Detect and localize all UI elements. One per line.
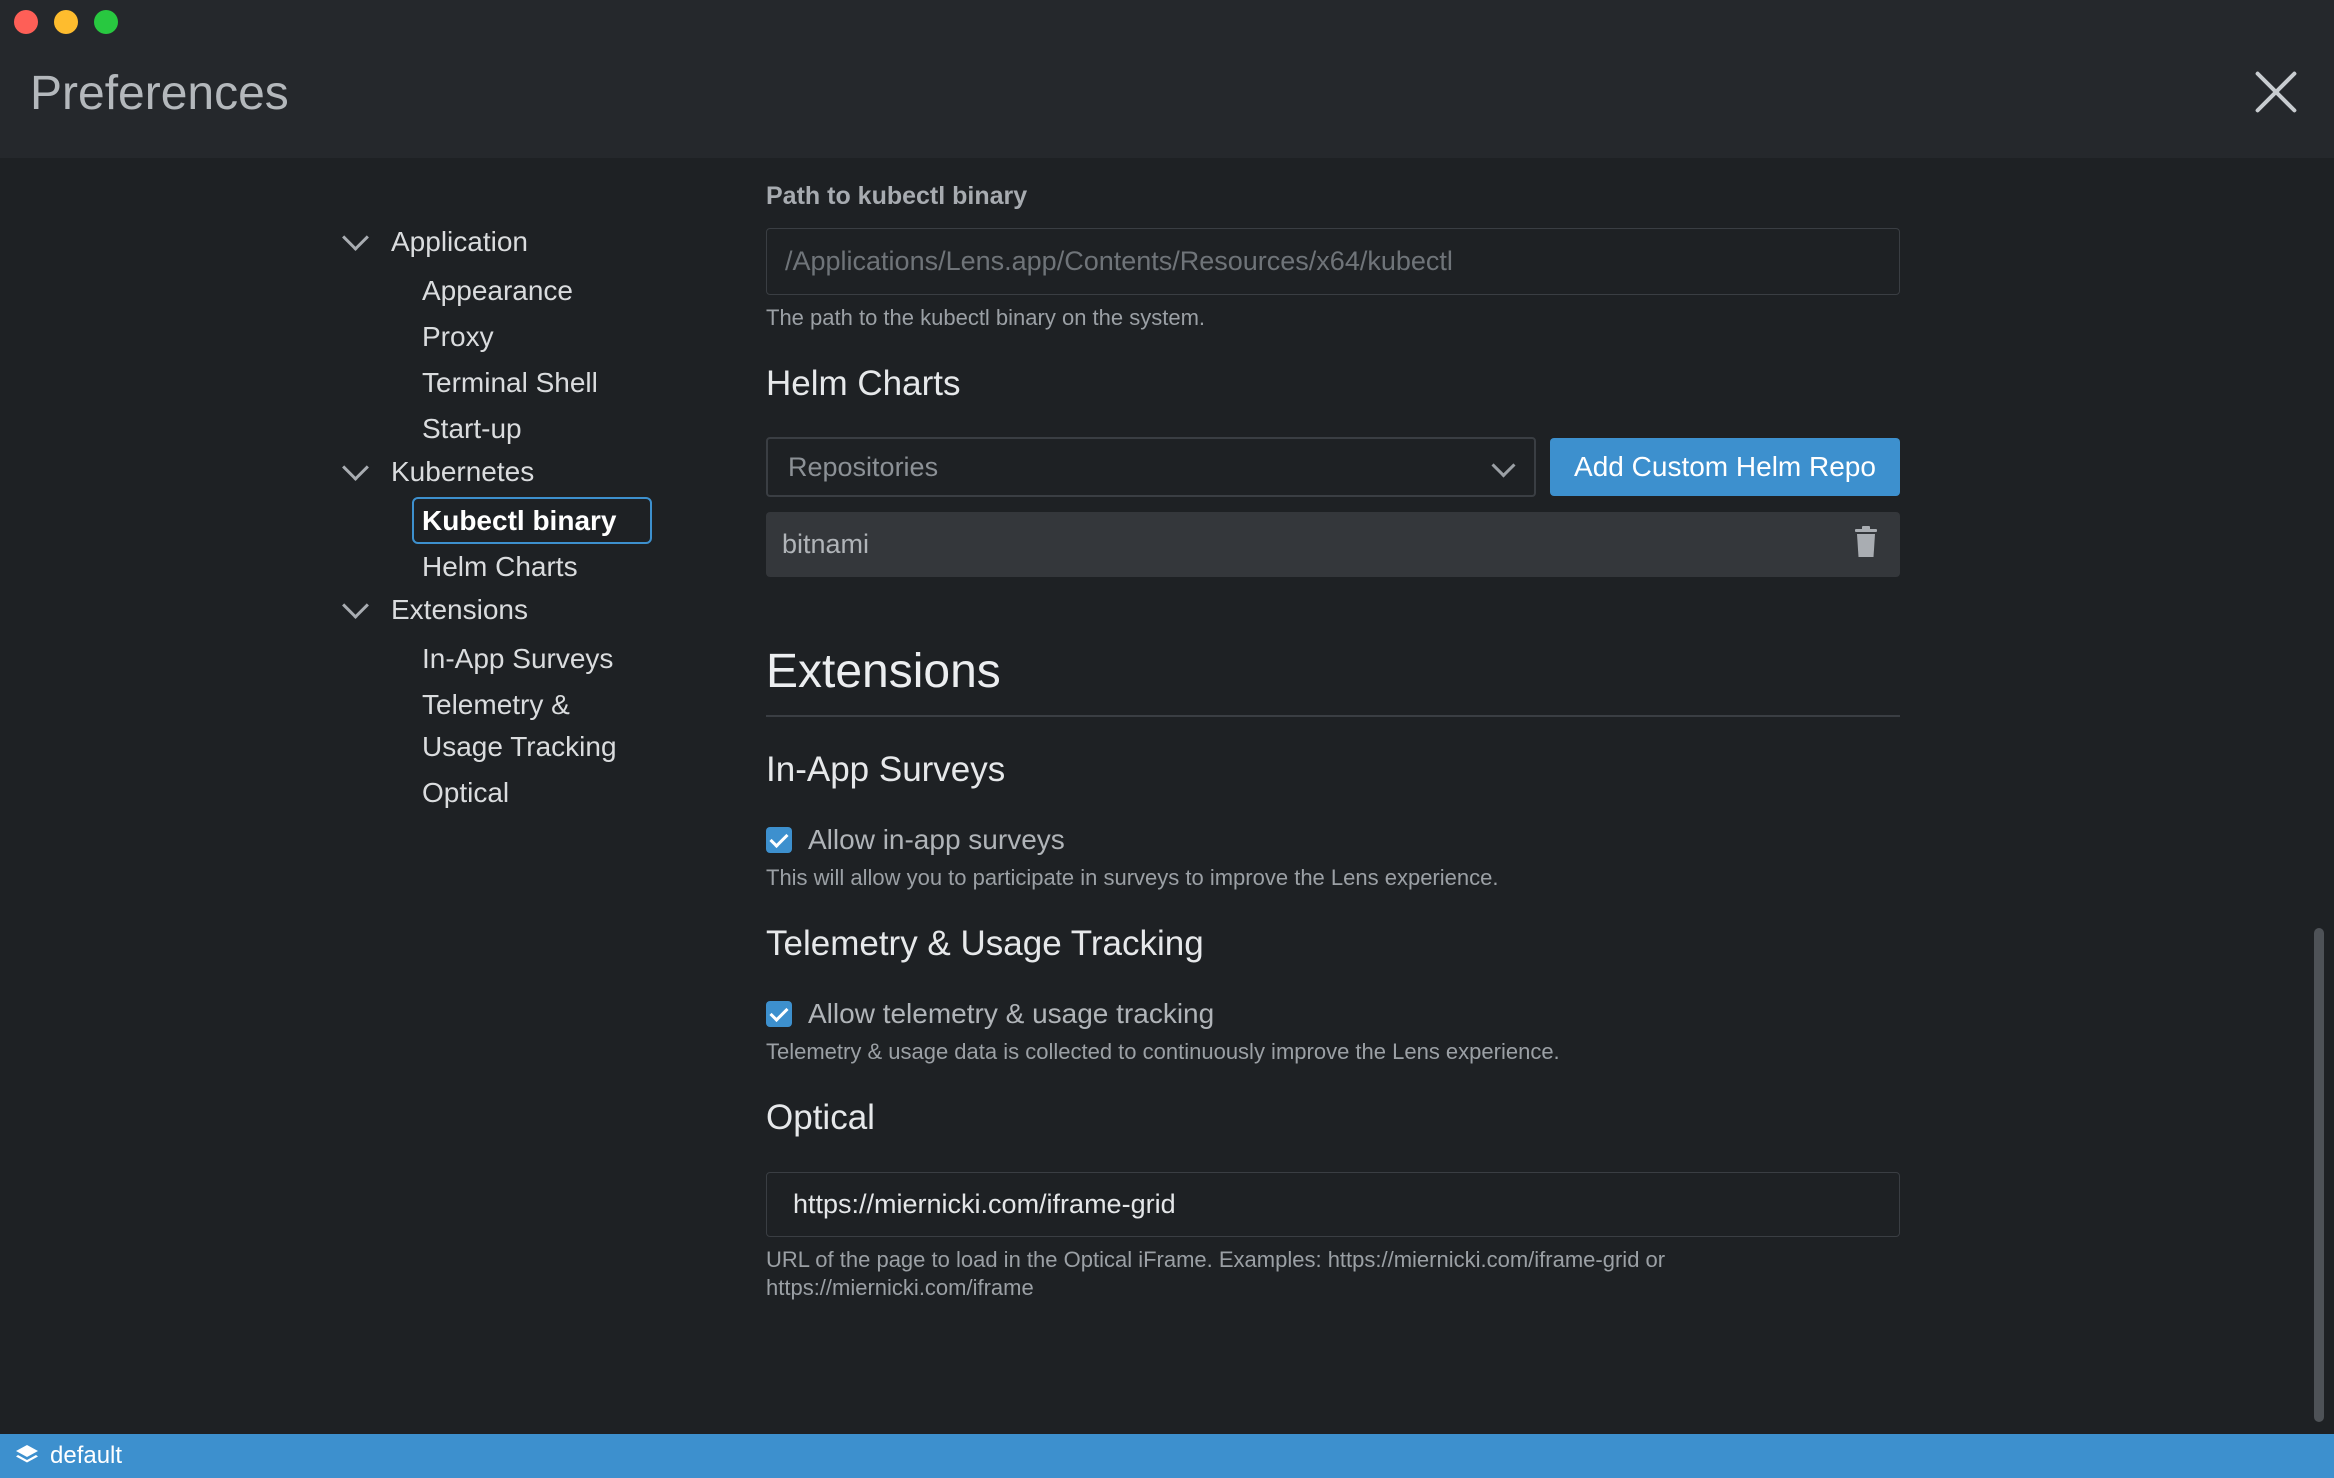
kubectl-path-label: Path to kubectl binary	[766, 182, 1028, 210]
sidebar-item-start-up[interactable]: Start-up	[412, 408, 532, 450]
in-app-surveys-title: In-App Surveys	[766, 750, 1006, 789]
helm-repositories-select[interactable]: Repositories	[766, 437, 1536, 497]
section-divider	[766, 715, 1900, 717]
optical-url-input[interactable]: https://miernicki.com/iframe-grid	[766, 1172, 1900, 1237]
helm-repo-item: bitnami	[766, 512, 1900, 577]
allow-telemetry-checkbox[interactable]	[766, 1001, 792, 1027]
allow-telemetry-row[interactable]: Allow telemetry & usage tracking	[766, 998, 1214, 1030]
chevron-down-icon	[342, 453, 369, 481]
title-bar: Preferences	[0, 0, 2334, 158]
sidebar-item-terminal-shell[interactable]: Terminal Shell	[412, 362, 608, 404]
page-title: Preferences	[30, 67, 289, 120]
extensions-section-title: Extensions	[766, 645, 1001, 698]
close-icon[interactable]	[2254, 70, 2298, 114]
nav-group-application[interactable]: Application	[340, 223, 528, 258]
optical-hint-line-2: https://miernicki.com/iframe	[766, 1275, 1034, 1300]
trash-icon[interactable]	[1854, 526, 1878, 558]
telemetry-hint: Telemetry & usage data is collected to c…	[766, 1039, 1560, 1064]
chevron-down-icon	[342, 591, 369, 619]
optical-title: Optical	[766, 1098, 875, 1137]
window-minimize-button[interactable]	[54, 10, 78, 34]
checkbox-label: Allow telemetry & usage tracking	[808, 998, 1215, 1029]
sidebar-item-proxy[interactable]: Proxy	[412, 316, 504, 358]
sidebar-item-kubectl-binary[interactable]: Kubectl binary	[412, 497, 652, 544]
select-placeholder: Repositories	[788, 451, 939, 482]
nav-group-kubernetes[interactable]: Kubernetes	[340, 453, 535, 488]
sidebar-item-telemetry[interactable]: Telemetry &	[412, 684, 580, 726]
nav-group-label: Application	[391, 226, 528, 257]
sidebar-item-optical[interactable]: Optical	[412, 772, 519, 814]
window-close-button[interactable]	[14, 10, 38, 34]
checkbox-label: Allow in-app surveys	[808, 824, 1065, 855]
status-context-label[interactable]: default	[50, 1442, 122, 1470]
allow-in-app-surveys-row[interactable]: Allow in-app surveys	[766, 824, 1065, 856]
chevron-down-icon	[1491, 453, 1516, 478]
layers-icon	[16, 1445, 38, 1463]
add-custom-helm-repo-button[interactable]: Add Custom Helm Repo	[1550, 438, 1900, 496]
in-app-surveys-hint: This will allow you to participate in su…	[766, 865, 1499, 890]
telemetry-title: Telemetry & Usage Tracking	[766, 924, 1204, 963]
helm-charts-title: Helm Charts	[766, 364, 961, 403]
allow-in-app-surveys-checkbox[interactable]	[766, 827, 792, 853]
nav-group-label: Extensions	[391, 594, 528, 625]
sidebar-item-helm-charts[interactable]: Helm Charts	[412, 546, 588, 588]
scrollbar[interactable]	[2314, 928, 2324, 1422]
kubectl-path-hint: The path to the kubectl binary on the sy…	[766, 305, 1206, 330]
nav-group-extensions[interactable]: Extensions	[340, 591, 528, 626]
optical-hint-line-1: URL of the page to load in the Optical i…	[766, 1247, 1666, 1272]
chevron-down-icon	[342, 223, 369, 251]
kubectl-path-input[interactable]: /Applications/Lens.app/Contents/Resource…	[766, 228, 1900, 295]
window-maximize-button[interactable]	[94, 10, 118, 34]
helm-repo-name: bitnami	[782, 529, 870, 559]
nav-group-label: Kubernetes	[391, 456, 535, 487]
sidebar-item-appearance[interactable]: Appearance	[412, 270, 583, 312]
sidebar-item-usage-tracking[interactable]: Usage Tracking	[412, 726, 627, 768]
sidebar-item-in-app-surveys[interactable]: In-App Surveys	[412, 638, 623, 680]
status-bar: default	[0, 1434, 2334, 1478]
